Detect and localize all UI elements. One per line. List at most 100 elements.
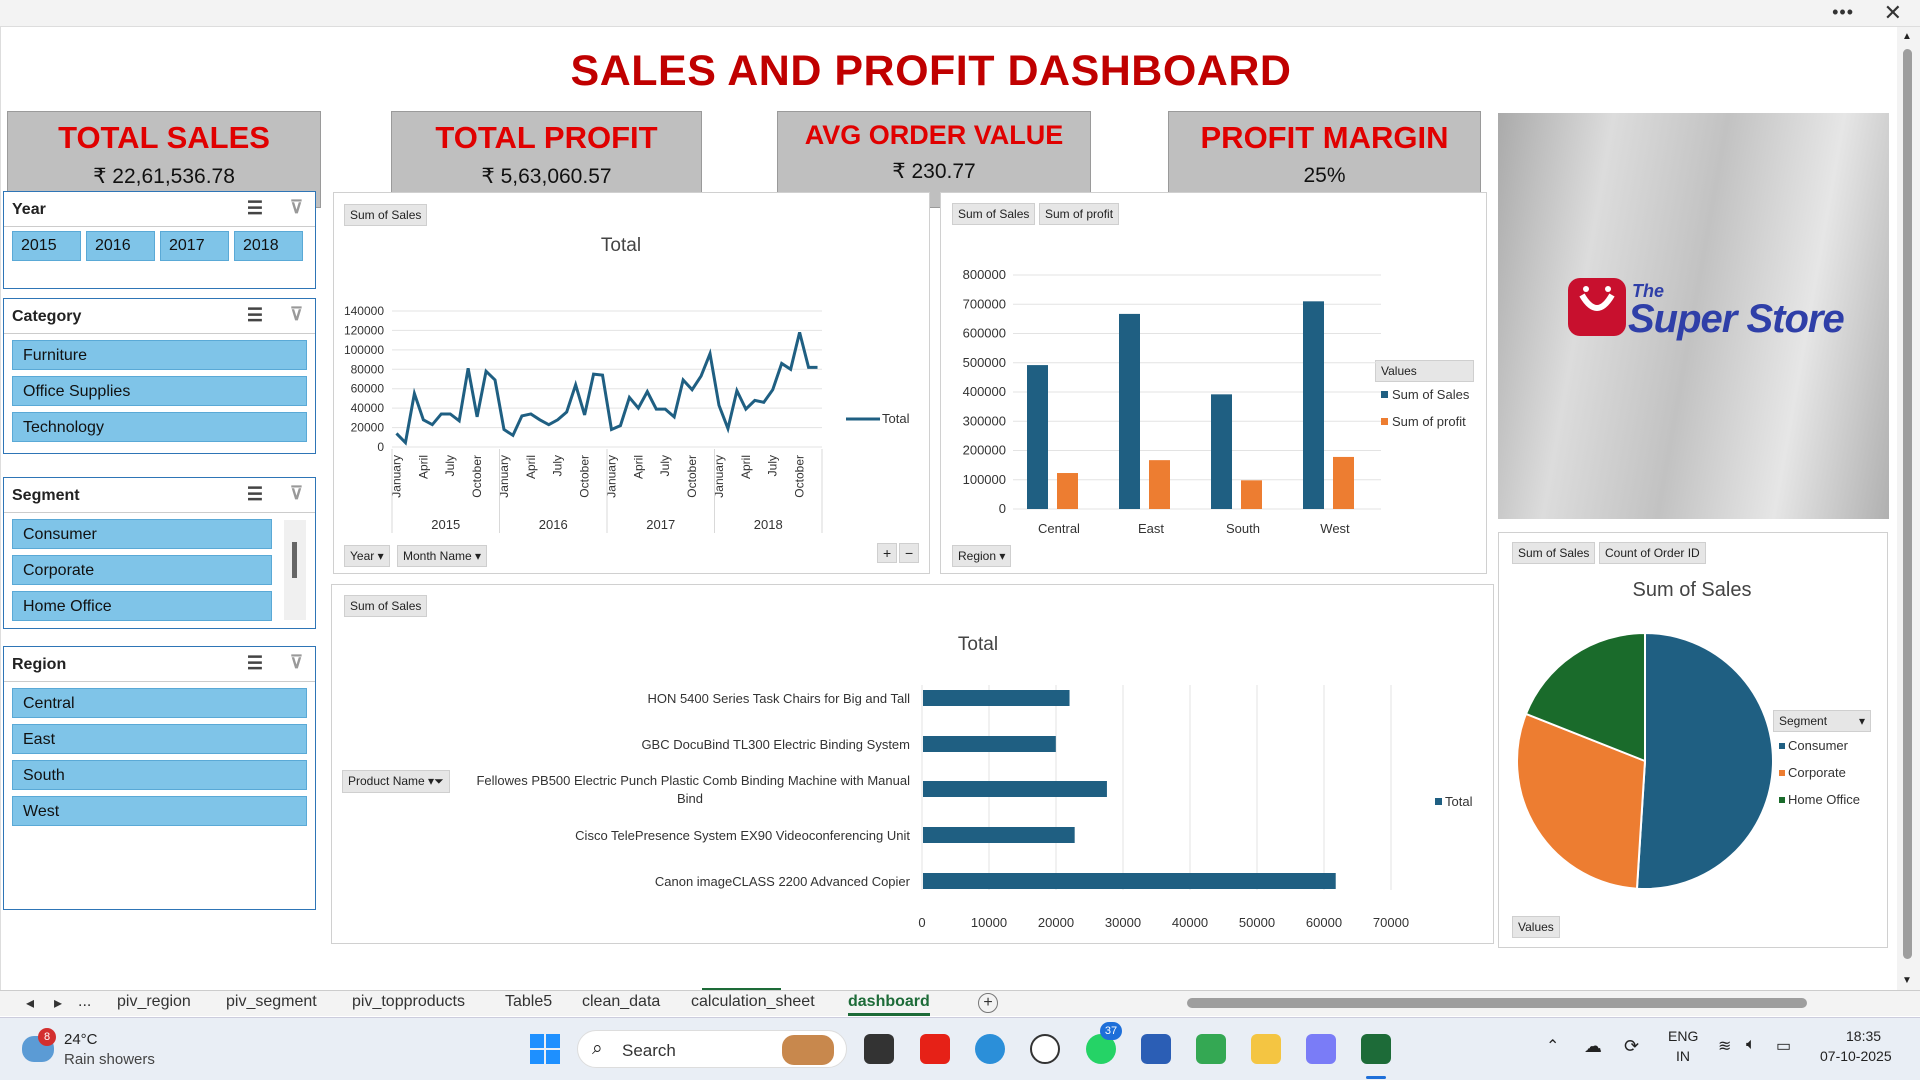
gemini-icon[interactable]: [1306, 1034, 1336, 1064]
slicer-item-east[interactable]: East: [12, 724, 307, 754]
scroll-down-icon[interactable]: ▼: [1902, 975, 1912, 986]
values-button[interactable]: Values: [1512, 916, 1560, 938]
line-chart-panel[interactable]: Sum of Sales Year ▾ Month Name ▾ + − Tot…: [333, 192, 930, 574]
clock-time[interactable]: 18:35: [1846, 1028, 1881, 1044]
segment-pie-chart-panel[interactable]: Sum of Sales Count of Order ID Values Se…: [1498, 532, 1888, 948]
y-tick-label: 0: [377, 440, 384, 454]
sync-icon[interactable]: ⟳: [1624, 1036, 1639, 1057]
multi-select-icon[interactable]: ☰: [247, 484, 263, 505]
x-tick-label: East: [1138, 521, 1164, 536]
slicer-item-south[interactable]: South: [12, 760, 307, 790]
windows-start-icon[interactable]: [530, 1034, 560, 1064]
x-tick-label: 50000: [1239, 915, 1275, 930]
field-button-count-of-order-id[interactable]: Count of Order ID: [1599, 542, 1706, 564]
y-tick-label: 120000: [344, 323, 384, 337]
slicer-item-home-office[interactable]: Home Office: [12, 591, 272, 621]
clear-filter-icon[interactable]: ⊽: [290, 652, 303, 673]
slicer-item-west[interactable]: West: [12, 796, 307, 826]
more-options-icon[interactable]: •••: [1832, 2, 1854, 23]
kpi-label: AVG ORDER VALUE: [804, 120, 1064, 150]
slicer-item-corporate[interactable]: Corporate: [12, 555, 272, 585]
collapse-button[interactable]: −: [899, 543, 920, 563]
legend-label: Sum of profit: [1392, 414, 1466, 429]
filter-label: Product Name: [348, 774, 425, 788]
filter-product-name-button[interactable]: Product Name ▾⏷: [342, 770, 450, 793]
slicer-region: Region ☰ ⊽ Central East South West: [3, 646, 316, 910]
slicer-item-furniture[interactable]: Furniture: [12, 340, 307, 370]
chevron-up-icon[interactable]: ⌃: [1546, 1036, 1559, 1056]
multi-select-icon[interactable]: ☰: [247, 305, 263, 326]
slicer-item-office-supplies[interactable]: Office Supplies: [12, 376, 307, 406]
taskbar-search-box[interactable]: ⌕ Search: [577, 1030, 847, 1068]
field-button-sum-of-sales[interactable]: Sum of Sales: [952, 203, 1036, 225]
horizontal-scroll-thumb[interactable]: [1187, 998, 1807, 1008]
excel-icon[interactable]: [1361, 1034, 1391, 1064]
clear-filter-icon[interactable]: ⊽: [290, 304, 303, 325]
youtube-icon[interactable]: [920, 1034, 950, 1064]
slicer-item-2018[interactable]: 2018: [234, 231, 303, 261]
legend-marker: [1779, 743, 1785, 749]
onedrive-icon[interactable]: ☁: [1584, 1036, 1602, 1057]
segment-legend-filter[interactable]: Segment ▾: [1773, 710, 1871, 732]
y-tick-label: 40000: [351, 401, 385, 415]
tab-dashboard[interactable]: dashboard: [848, 993, 930, 1016]
logo-eye-right: [1605, 286, 1611, 292]
language-region[interactable]: IN: [1676, 1048, 1690, 1064]
clock-date[interactable]: 07-10-2025: [1820, 1048, 1892, 1064]
google-drive-icon[interactable]: [1196, 1034, 1226, 1064]
slicer-item-2015[interactable]: 2015: [12, 231, 81, 261]
field-button-sum-of-profit[interactable]: Sum of profit: [1039, 203, 1120, 225]
field-button-sum-of-sales[interactable]: Sum of Sales: [344, 204, 428, 226]
clear-filter-icon[interactable]: ⊽: [290, 483, 303, 504]
tab-prev-icon[interactable]: ◂: [26, 993, 34, 1013]
expand-button[interactable]: +: [877, 543, 898, 563]
slicer-item-technology[interactable]: Technology: [12, 412, 307, 442]
slicer-divider: [4, 512, 315, 513]
tab-table5[interactable]: Table5: [505, 993, 552, 1011]
close-icon[interactable]: ✕: [1884, 0, 1902, 26]
slicer-item-central[interactable]: Central: [12, 688, 307, 718]
add-sheet-button[interactable]: +: [978, 993, 998, 1013]
slicer-item-consumer[interactable]: Consumer: [12, 519, 272, 549]
y-tick-label: 60000: [351, 382, 385, 396]
filter-month-button[interactable]: Month Name ▾: [397, 545, 488, 567]
language-code[interactable]: ENG: [1668, 1028, 1698, 1044]
multi-select-icon[interactable]: ☰: [247, 198, 263, 219]
vertical-scroll-thumb[interactable]: [1903, 49, 1912, 959]
tab-piv-topproducts[interactable]: piv_topproducts: [352, 993, 465, 1011]
slicer-item-2016[interactable]: 2016: [86, 231, 155, 261]
multi-select-icon[interactable]: ☰: [247, 653, 263, 674]
tab-more-icon[interactable]: ...: [78, 993, 91, 1011]
legend-label: Sum of Sales: [1392, 387, 1470, 402]
slicer-scroll-thumb[interactable]: [292, 542, 297, 578]
volume-icon[interactable]: 🔈︎: [1746, 1036, 1756, 1054]
pie-slice-consumer: [1635, 631, 1774, 890]
file-explorer-icon[interactable]: [1251, 1034, 1281, 1064]
legend-marker: [1435, 798, 1442, 805]
slicer-item-2017[interactable]: 2017: [160, 231, 229, 261]
top-products-chart-panel[interactable]: Sum of Sales Product Name ▾⏷ Total 0 10000…: [331, 584, 1494, 944]
task-view-icon[interactable]: [864, 1034, 894, 1064]
slicer-scrollbar[interactable]: [284, 520, 306, 620]
tab-calculation-sheet[interactable]: calculation_sheet: [691, 993, 815, 1011]
field-button-sum-of-sales[interactable]: Sum of Sales: [1512, 542, 1596, 564]
edge-icon[interactable]: [975, 1034, 1005, 1064]
wifi-icon[interactable]: ≋: [1718, 1036, 1731, 1056]
chatgpt-icon[interactable]: [1030, 1034, 1060, 1064]
tab-piv-segment[interactable]: piv_segment: [226, 993, 317, 1011]
region-bar-chart-panel[interactable]: Sum of Sales Sum of profit Region ▾ Valu…: [940, 192, 1487, 574]
store-icon[interactable]: [1141, 1034, 1171, 1064]
worksheet: SALES AND PROFIT DASHBOARD TOTAL SALES ₹…: [0, 27, 1895, 1012]
filter-year-button[interactable]: Year ▾: [344, 545, 390, 567]
tab-piv-region[interactable]: piv_region: [117, 993, 191, 1011]
tab-next-icon[interactable]: ▸: [54, 993, 62, 1013]
filter-region-button[interactable]: Region ▾: [952, 545, 1012, 567]
tab-clean-data[interactable]: clean_data: [582, 993, 660, 1011]
battery-icon[interactable]: ▭: [1776, 1036, 1791, 1056]
clear-filter-icon[interactable]: ⊽: [290, 197, 303, 218]
y-tick-label: 800000: [963, 267, 1006, 282]
vertical-scrollbar[interactable]: ▲ ▼: [1897, 27, 1920, 990]
scroll-up-icon[interactable]: ▲: [1902, 31, 1912, 42]
x-tick-label: 70000: [1373, 915, 1409, 930]
field-button-sum-of-sales[interactable]: Sum of Sales: [344, 595, 428, 617]
